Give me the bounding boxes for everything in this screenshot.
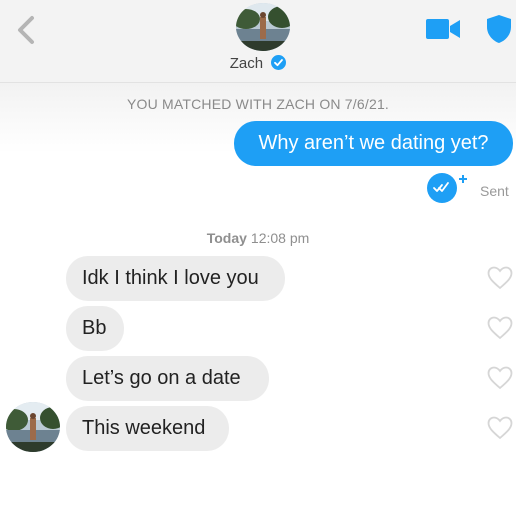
chevron-left-icon [18, 16, 34, 44]
incoming-message[interactable]: Let’s go on a date [66, 356, 269, 401]
video-call-button[interactable] [426, 18, 460, 40]
heart-outline-icon [487, 366, 513, 390]
timestamp-divider: Today 12:08 pm [0, 230, 516, 246]
sender-avatar[interactable] [6, 402, 60, 452]
heart-outline-icon [487, 416, 513, 440]
read-receipt[interactable] [426, 172, 468, 204]
match-banner: YOU MATCHED WITH ZACH ON 7/6/21. [126, 96, 390, 112]
sent-status: Sent [480, 183, 509, 199]
heart-outline-icon [487, 266, 513, 290]
video-camera-icon [426, 19, 460, 39]
chat-header: Zach [0, 0, 516, 83]
contact-avatar[interactable] [236, 3, 290, 51]
incoming-message[interactable]: Bb [66, 306, 124, 351]
verified-badge-icon [271, 55, 287, 70]
back-button[interactable] [14, 14, 40, 46]
like-button[interactable] [487, 316, 513, 340]
safety-toolkit-button[interactable] [486, 14, 512, 44]
shield-icon [487, 15, 511, 43]
contact-name-row[interactable]: Zach [0, 55, 516, 72]
divider-day: Today [206, 230, 247, 246]
incoming-message[interactable]: Idk I think I love you [66, 256, 285, 301]
double-check-icon [427, 173, 467, 203]
like-button[interactable] [487, 266, 513, 290]
like-button[interactable] [487, 416, 513, 440]
incoming-message[interactable]: This weekend [66, 406, 229, 451]
outgoing-message[interactable]: Why aren’t we dating yet? [234, 121, 513, 166]
like-button[interactable] [487, 366, 513, 390]
contact-name: Zach [229, 55, 264, 72]
divider-time: 12:08 pm [250, 230, 310, 246]
heart-outline-icon [487, 316, 513, 340]
